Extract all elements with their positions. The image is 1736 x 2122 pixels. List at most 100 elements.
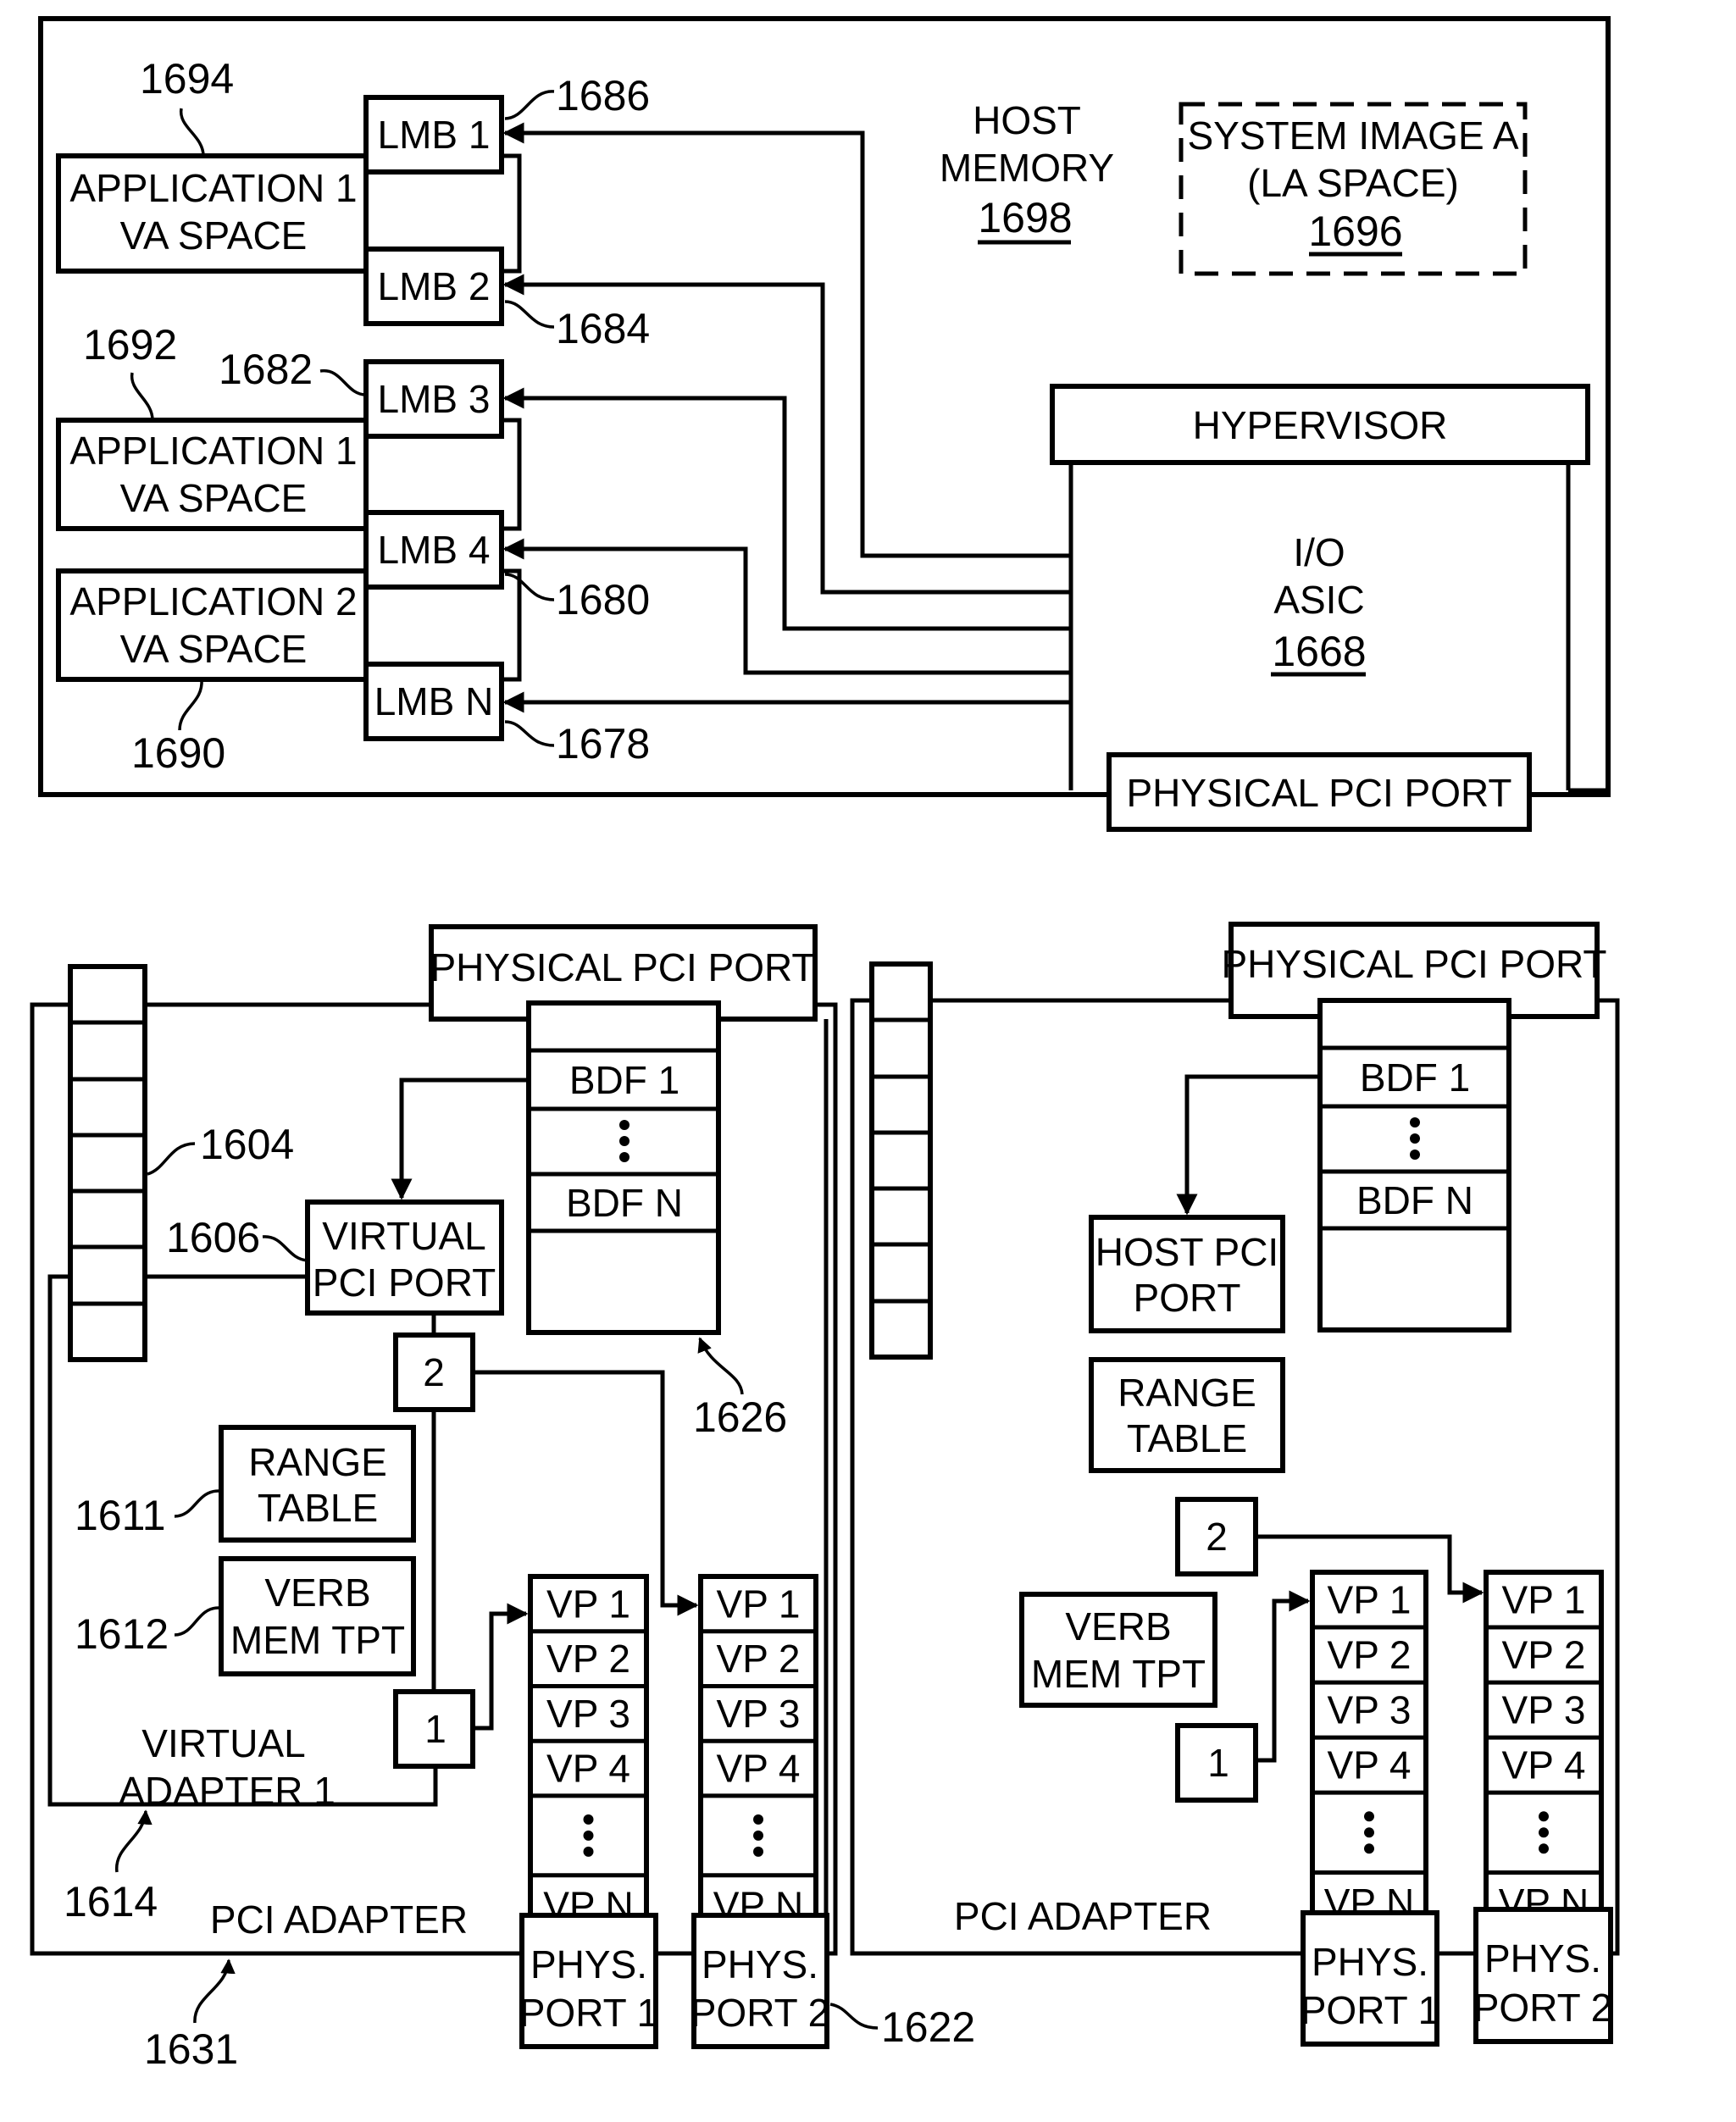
leader-1678 — [504, 720, 555, 747]
diagram: HOST MEMORY 1698 SYSTEM IMAGE A (LA SPAC… — [30, 16, 1620, 2073]
virtual-pci-port-label-2: PCI PORT — [313, 1260, 496, 1305]
ref-1682: 1682 — [219, 346, 313, 393]
right-box-1-to-vp-col-1-arrow — [1256, 1590, 1311, 1763]
vp-ellipsis-dot — [583, 1846, 594, 1857]
host-pci-port-label-2: PORT — [1134, 1276, 1241, 1320]
right-bdf-n-label: BDF N — [1356, 1178, 1473, 1222]
left-vp-column-2: VP 1VP 2VP 3VP 4VP N — [698, 1574, 818, 1938]
io-asic-ref: 1668 — [1272, 628, 1366, 675]
left-verb-label-1: VERB — [264, 1571, 370, 1615]
vp-row-label: VP 1 — [1328, 1578, 1412, 1622]
bdf-1-to-virtual-port-arrow — [391, 1078, 529, 1200]
box-2-to-vp-col-2-arrow — [473, 1370, 699, 1616]
app-label-1694-2: VA SPACE — [120, 213, 308, 258]
ref-1680: 1680 — [556, 576, 650, 623]
left-phys-port-1-label-1: PHYS. — [530, 1942, 647, 1986]
lmb-bracket-3-4 — [502, 418, 522, 531]
left-bdf-n-label: BDF N — [566, 1181, 683, 1225]
lmb-bracket-1-2 — [502, 153, 522, 274]
leader-1614 — [115, 1809, 153, 1873]
left-phys-port-1-label-2: PORT 1 — [519, 1991, 658, 2035]
right-phys-port-1-label-2: PORT 1 — [1301, 1988, 1439, 2032]
left-range-table-label-2: TABLE — [258, 1486, 378, 1530]
right-vp-column-1: VP 1VP 2VP 3VP 4VP N — [1310, 1570, 1428, 1936]
host-memory: HOST MEMORY 1698 SYSTEM IMAGE A (LA SPAC… — [38, 16, 1611, 832]
leader-1622 — [829, 2003, 879, 2030]
ref-1692: 1692 — [83, 321, 177, 368]
virtual-adapter-label-2: ADAPTER 1 — [119, 1769, 336, 1813]
right-bdf-ellipsis-dot — [1410, 1150, 1420, 1160]
ref-1686: 1686 — [556, 72, 650, 119]
ref-1626: 1626 — [693, 1393, 787, 1441]
lmb-2-label: LMB 2 — [378, 264, 491, 308]
leader-1686 — [504, 90, 555, 120]
right-box-2-label: 2 — [1206, 1515, 1228, 1559]
ref-1684: 1684 — [556, 305, 650, 352]
lmb-bracket-4-n — [502, 568, 522, 682]
ref-1678: 1678 — [556, 720, 650, 767]
leader-1606 — [262, 1235, 308, 1262]
system-image: SYSTEM IMAGE A (LA SPACE) 1696 — [1179, 102, 1528, 276]
leader-1690 — [178, 679, 203, 731]
io-asic-box — [1068, 463, 1571, 790]
right-box-1-label: 1 — [1207, 1741, 1229, 1785]
left-queue-stack — [68, 964, 147, 1362]
app-label-1690-1: APPLICATION 2 — [69, 579, 357, 623]
app-label-1692-1: APPLICATION 1 — [69, 429, 357, 473]
vp-ellipsis-dot — [753, 1830, 763, 1841]
leader-1604 — [147, 1142, 196, 1176]
right-vp-column-2: VP 1VP 2VP 3VP 4VP N — [1484, 1570, 1604, 1936]
app-label-1692-2: VA SPACE — [120, 476, 308, 520]
right-verb-label-1: VERB — [1065, 1604, 1171, 1648]
right-phys-port-1-label-1: PHYS. — [1312, 1940, 1428, 1984]
leader-1692 — [130, 372, 154, 421]
left-stack-outline — [68, 964, 147, 1362]
system-image-label-1: SYSTEM IMAGE A — [1187, 114, 1518, 158]
left-box-1-label: 1 — [424, 1707, 446, 1751]
left-physical-pci-port-label: PHYSICAL PCI PORT — [430, 945, 815, 989]
left-pci-adapter-label: PCI ADAPTER — [210, 1898, 468, 1942]
right-queue-stack — [869, 961, 933, 1360]
lmb-n-label: LMB N — [374, 679, 494, 723]
right-bdf-ellipsis-dot — [1410, 1133, 1420, 1144]
vp-row-label: VP 3 — [546, 1692, 630, 1736]
left-phys-port-2-label-1: PHYS. — [702, 1942, 818, 1986]
host-pci-port-label-1: HOST PCI — [1095, 1230, 1278, 1274]
left-vp-column-1: VP 1VP 2VP 3VP 4VP N — [528, 1574, 649, 1938]
vp-row-label: VP 4 — [1502, 1743, 1586, 1787]
vp-ellipsis-dot — [1539, 1843, 1549, 1854]
pci-adapter-left: PHYSICAL PCI PORT BDF 1 BDF N VIRTUAL PC… — [30, 924, 975, 2073]
right-verb-label-2: MEM TPT — [1031, 1652, 1206, 1696]
box-1-to-vp-col-1-arrow — [473, 1603, 529, 1731]
vp-ellipsis-dot — [753, 1814, 763, 1825]
vp-row-label: VP 1 — [1502, 1578, 1586, 1622]
vp-ellipsis-dot — [1539, 1811, 1549, 1822]
left-bdf-table: BDF 1 BDF N — [526, 1000, 721, 1335]
ref-1606: 1606 — [166, 1214, 260, 1261]
left-range-table-label-1: RANGE — [248, 1440, 387, 1484]
right-physical-pci-port-label: PHYSICAL PCI PORT — [1221, 942, 1606, 986]
vp-row-label: VP 2 — [1502, 1633, 1586, 1677]
vp-ellipsis-dot — [1364, 1827, 1374, 1838]
vp-ellipsis-dot — [583, 1814, 594, 1825]
hypervisor-label: HYPERVISOR — [1193, 403, 1448, 447]
host-memory-ref: 1698 — [978, 194, 1072, 241]
host-memory-label-1: HOST — [973, 98, 1081, 142]
ref-1614: 1614 — [64, 1878, 158, 1925]
vp-row-label: VP 1 — [546, 1582, 630, 1626]
virtual-pci-port-label-1: VIRTUAL — [322, 1214, 485, 1258]
vp-row-label: VP 4 — [1328, 1743, 1412, 1787]
app-label-1690-2: VA SPACE — [120, 627, 308, 671]
app-label-1694-1: APPLICATION 1 — [69, 166, 357, 210]
vp-row-label: VP 2 — [1328, 1633, 1412, 1677]
ref-1604: 1604 — [200, 1121, 294, 1168]
bdf-1-to-host-pci-port-arrow — [1176, 1074, 1320, 1216]
lmb-3-label: LMB 3 — [378, 377, 491, 421]
leader-1694 — [180, 108, 205, 157]
right-phys-port-2-label-1: PHYS. — [1484, 1936, 1601, 1981]
lmb-1-label: LMB 1 — [378, 113, 491, 157]
leader-1611 — [174, 1489, 219, 1518]
right-bdf-table: BDF 1 BDF N — [1317, 998, 1511, 1332]
vp-ellipsis-dot — [1364, 1811, 1374, 1822]
right-stack-outline — [869, 961, 933, 1360]
